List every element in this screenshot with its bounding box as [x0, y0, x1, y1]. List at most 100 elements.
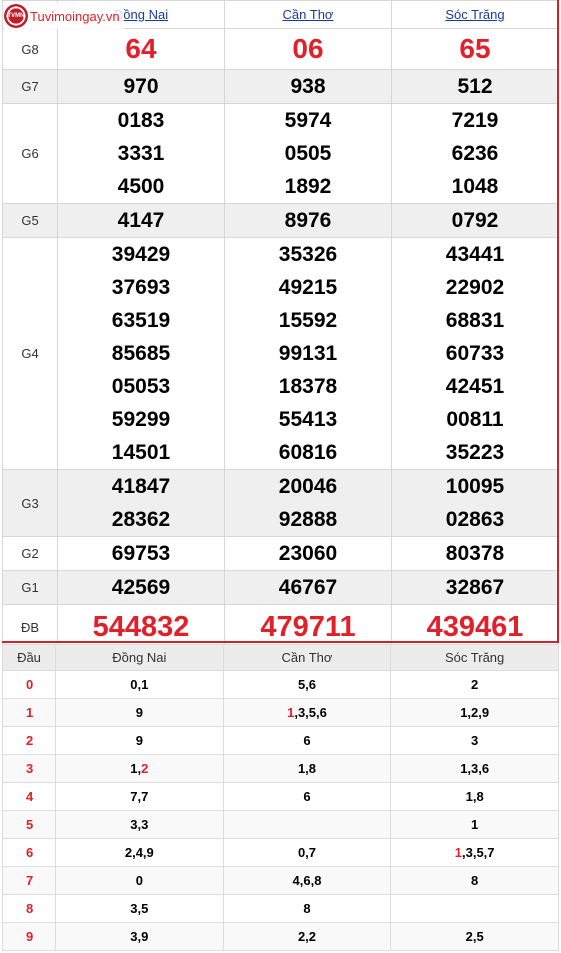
dau-row: 9 3,9 2,2 2,5	[2, 922, 559, 951]
dau-digit: 4	[2, 782, 56, 811]
dau-header-cell: Cần Thơ	[222, 644, 392, 671]
dau-digit: 0	[2, 670, 56, 699]
dau-digit: 5	[2, 810, 56, 839]
prize-number: 02863	[445, 508, 505, 531]
dau-value: 3,9	[130, 929, 149, 944]
dau-row: 8 3,5 8	[2, 894, 559, 923]
province-header[interactable]: Sóc Trăng	[391, 0, 559, 29]
prize-number: 3331	[117, 142, 165, 165]
logo-text: Tuvimoingay.vn	[30, 8, 120, 24]
dau-header-row: Đầu Đồng Nai Cần Thơ Sóc Trăng	[2, 644, 559, 671]
dau-value: 5,6	[297, 677, 317, 692]
province-link[interactable]: Sóc Trăng	[445, 7, 504, 22]
prize-number: 28362	[111, 508, 171, 531]
prize-number: 60733	[445, 342, 505, 365]
prize-number: 92888	[278, 508, 338, 531]
prize-number: 55413	[278, 408, 338, 431]
prize-number: 63519	[111, 309, 171, 332]
prize-cell: 42569	[57, 570, 225, 605]
dau-cell: 0	[55, 866, 224, 895]
dau-value: 8	[471, 873, 479, 888]
dau-cell: 9	[55, 698, 224, 727]
dau-value: 1	[454, 845, 462, 860]
prize-row: G8 64 06 65	[2, 28, 559, 70]
prize-number: 46767	[278, 576, 338, 599]
prize-label: G3	[2, 469, 58, 537]
dau-row: 3 1,2 1,8 1,3,6	[2, 754, 559, 783]
dau-value: 1,8	[465, 789, 484, 804]
dau-cell: 0,1	[55, 670, 224, 699]
prize-cell: 512	[391, 69, 559, 104]
prize-number: 23060	[278, 542, 338, 565]
prize-number: 4500	[117, 175, 165, 198]
prize-number: 65	[459, 33, 491, 64]
dau-value: 2,5	[465, 929, 484, 944]
dau-row: 0 0,1 5,6 2	[2, 670, 559, 699]
prize-label: G2	[2, 536, 58, 571]
prize-cell: 938	[224, 69, 392, 104]
dau-cell: 3,5	[55, 894, 224, 923]
prize-cell: 35326 49215 15592 99131 18378 55413 60816	[224, 237, 392, 470]
dau-table: Đầu Đồng Nai Cần Thơ Sóc Trăng 0 0,1 5,6 2 1…	[2, 644, 559, 951]
dau-value: 0	[135, 873, 143, 888]
prize-number: 544832	[92, 611, 190, 643]
prize-number: 68831	[445, 309, 505, 332]
prize-cell: 43441 22902 68831 60733 42451 00811 35223	[391, 237, 559, 470]
dau-value: 9	[135, 733, 143, 748]
prize-cell: 0183 3331 4500	[57, 103, 225, 204]
prize-number: 05053	[111, 375, 171, 398]
dau-value: 2	[471, 677, 479, 692]
prize-cell: 479711	[224, 604, 392, 650]
prize-number: 0505	[284, 142, 332, 165]
prize-row: G4 39429 37693 63519 85685 05053 59299 14501 353…	[2, 237, 559, 470]
dau-cell: 1,3,6	[390, 754, 559, 783]
prize-number: 42569	[111, 576, 171, 599]
prize-number: 00811	[446, 408, 504, 431]
prize-number: 6236	[451, 142, 499, 165]
dau-cell: 8	[390, 866, 559, 895]
dau-cell: 9	[55, 726, 224, 755]
dau-row: 1 9 1,3,5,6 1,2,9	[2, 698, 559, 727]
prize-cell: 80378	[391, 536, 559, 571]
dau-value: 6	[303, 789, 311, 804]
prize-number: 970	[123, 75, 159, 98]
prize-number: 60816	[278, 441, 338, 464]
prize-cell: 544832	[57, 604, 225, 650]
dau-digit: 9	[2, 922, 56, 951]
dau-cell: 6	[222, 782, 392, 811]
dau-cell: 5,6	[222, 670, 392, 699]
prize-row: G1 42569 46767 32867	[2, 570, 559, 605]
prize-row: G7 970 938 512	[2, 69, 559, 104]
dau-value: 3	[471, 733, 479, 748]
dau-cell: 2,5	[390, 922, 559, 951]
prize-number: 18378	[278, 375, 338, 398]
dau-cell: 1	[390, 810, 559, 839]
dau-cell: 7,7	[55, 782, 224, 811]
province-header[interactable]: Cần Thơ	[224, 0, 392, 29]
site-logo[interactable]: TVMN Tuvimoingay.vn	[4, 3, 124, 29]
prize-cell: 970	[57, 69, 225, 104]
prize-cell: 39429 37693 63519 85685 05053 59299 14501	[57, 237, 225, 470]
dau-value: 6	[303, 733, 311, 748]
prize-number: 32867	[445, 576, 505, 599]
prize-number: 10095	[445, 475, 505, 498]
prize-number: 4147	[117, 209, 165, 232]
prize-number: 7219	[451, 109, 499, 132]
dau-value: 0,1	[130, 677, 149, 692]
dau-value: 2	[141, 761, 149, 776]
prize-label: G8	[2, 28, 58, 70]
prize-number: 479711	[260, 611, 356, 643]
dau-value: 9	[135, 705, 143, 720]
prize-cell: 5974 0505 1892	[224, 103, 392, 204]
dau-header-cell: Đồng Nai	[55, 644, 224, 671]
prize-number: 8976	[284, 209, 332, 232]
prize-cell: 7219 6236 1048	[391, 103, 559, 204]
dau-digit: 8	[2, 894, 56, 923]
dau-digit: 6	[2, 838, 56, 867]
prize-cell: 20046 92888	[224, 469, 392, 537]
province-link[interactable]: Cần Thơ	[283, 7, 334, 22]
dau-cell: 2,2	[222, 922, 392, 951]
prize-number: 938	[290, 75, 326, 98]
dau-cell: 2	[390, 670, 559, 699]
dau-value: ,3,5,7	[462, 845, 495, 860]
